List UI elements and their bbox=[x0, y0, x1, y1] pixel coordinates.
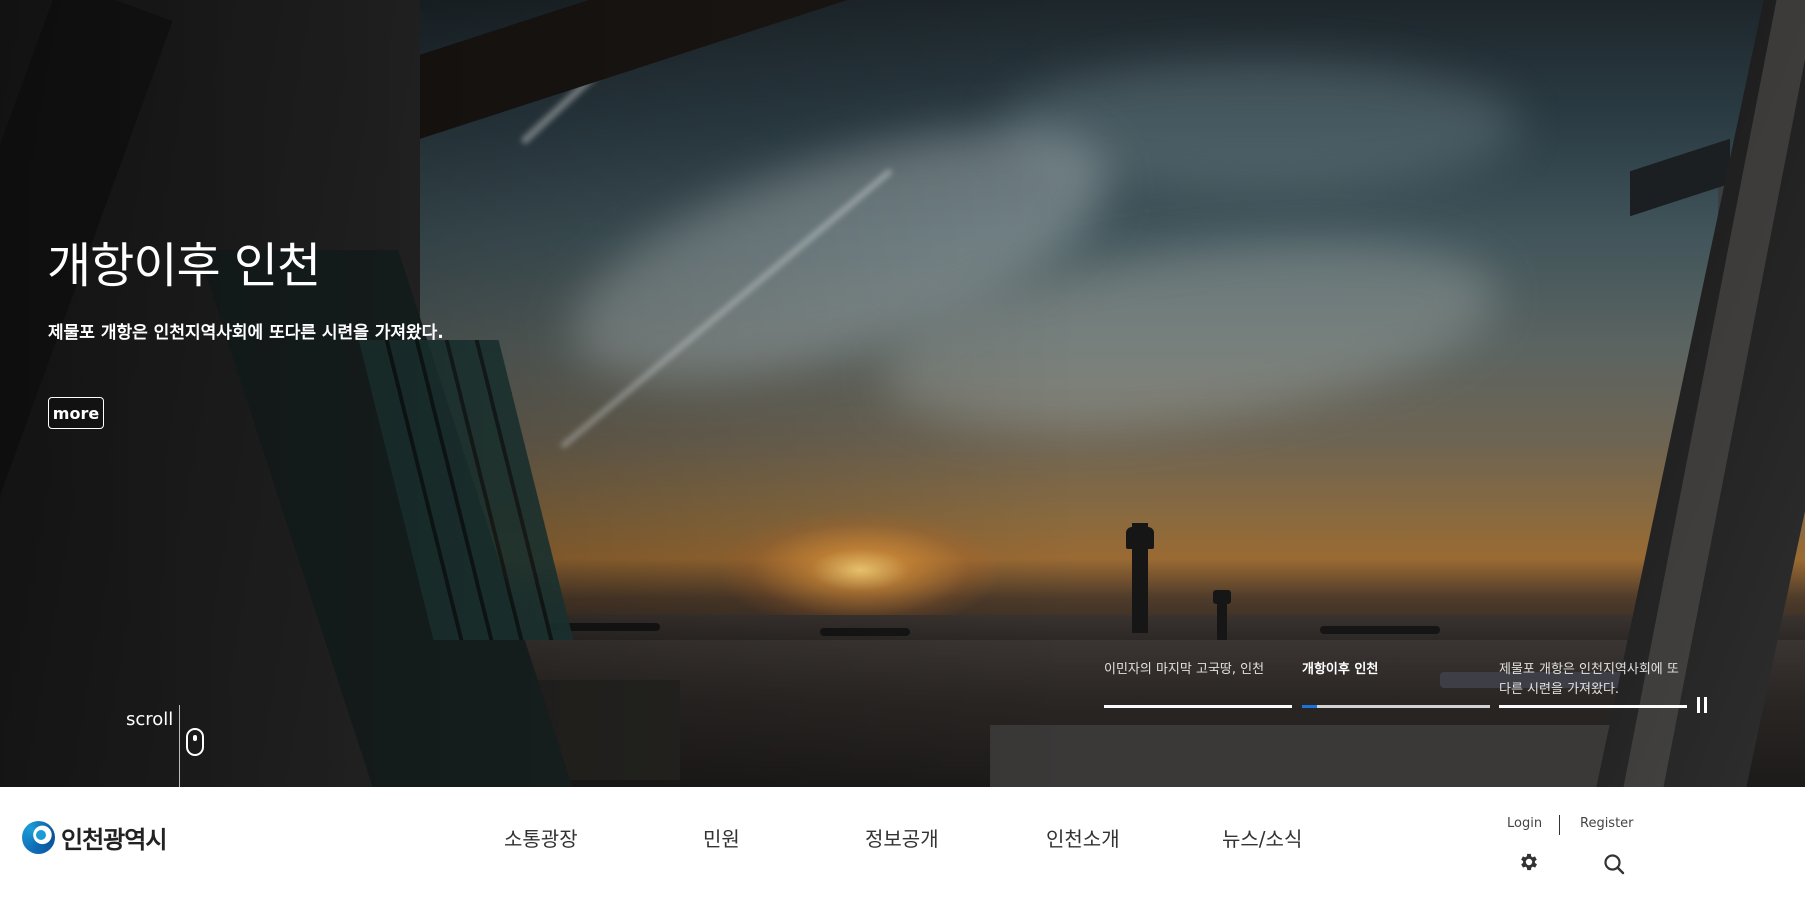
nav-item-civil-service[interactable]: 민원 bbox=[703, 823, 740, 852]
site-logo[interactable]: 인천광역시 bbox=[22, 820, 167, 855]
nav-item-communication[interactable]: 소통광장 bbox=[504, 823, 578, 852]
slide-progress-bar bbox=[1499, 705, 1687, 708]
slide-tab-label: 개항이후 인천 bbox=[1302, 662, 1379, 677]
scroll-divider bbox=[179, 705, 180, 787]
slide-tab-2[interactable]: 개항이후 인천 bbox=[1302, 660, 1490, 708]
hero-banner: 개항이후 인천 제물포 개항은 인천지역사회에 또다른 시련을 가져왔다. mo… bbox=[0, 0, 1805, 787]
hero-title: 개항이후 인천 bbox=[47, 238, 321, 294]
slide-tab-3[interactable]: 제물포 개항은 인천지역사회에 또다른 시련을 가져왔다. bbox=[1499, 660, 1687, 708]
util-divider bbox=[1559, 815, 1560, 835]
nav-item-information[interactable]: 정보공개 bbox=[865, 823, 939, 852]
scroll-label: scroll bbox=[126, 709, 174, 730]
nav-item-about[interactable]: 인천소개 bbox=[1046, 823, 1120, 852]
slide-progress-fill bbox=[1104, 705, 1292, 708]
slide-progress-fill bbox=[1499, 705, 1687, 708]
logo-text: 인천광역시 bbox=[61, 826, 167, 854]
slide-progress-fill bbox=[1302, 705, 1318, 708]
nav-item-news[interactable]: 뉴스/소식 bbox=[1222, 823, 1302, 852]
mouse-scroll-icon[interactable] bbox=[186, 728, 204, 756]
register-link[interactable]: Register bbox=[1580, 816, 1634, 831]
login-link[interactable]: Login bbox=[1507, 816, 1542, 831]
incheon-logo-icon bbox=[22, 821, 55, 854]
gear-icon[interactable] bbox=[1518, 851, 1540, 873]
slide-tab-1[interactable]: 이민자의 마지막 고국땅, 인천 bbox=[1104, 660, 1292, 708]
slide-tab-label: 이민자의 마지막 고국땅, 인천 bbox=[1104, 662, 1265, 677]
slide-progress-bar bbox=[1104, 705, 1292, 708]
slide-tab-label: 제물포 개항은 인천지역사회에 또다른 시련을 가져왔다. bbox=[1499, 662, 1679, 697]
more-button[interactable]: more bbox=[48, 397, 104, 429]
search-icon[interactable] bbox=[1602, 852, 1626, 876]
slide-progress-bar bbox=[1302, 705, 1490, 708]
pause-icon[interactable] bbox=[1694, 697, 1710, 715]
hero-subtitle: 제물포 개항은 인천지역사회에 또다른 시련을 가져왔다. bbox=[48, 323, 444, 343]
